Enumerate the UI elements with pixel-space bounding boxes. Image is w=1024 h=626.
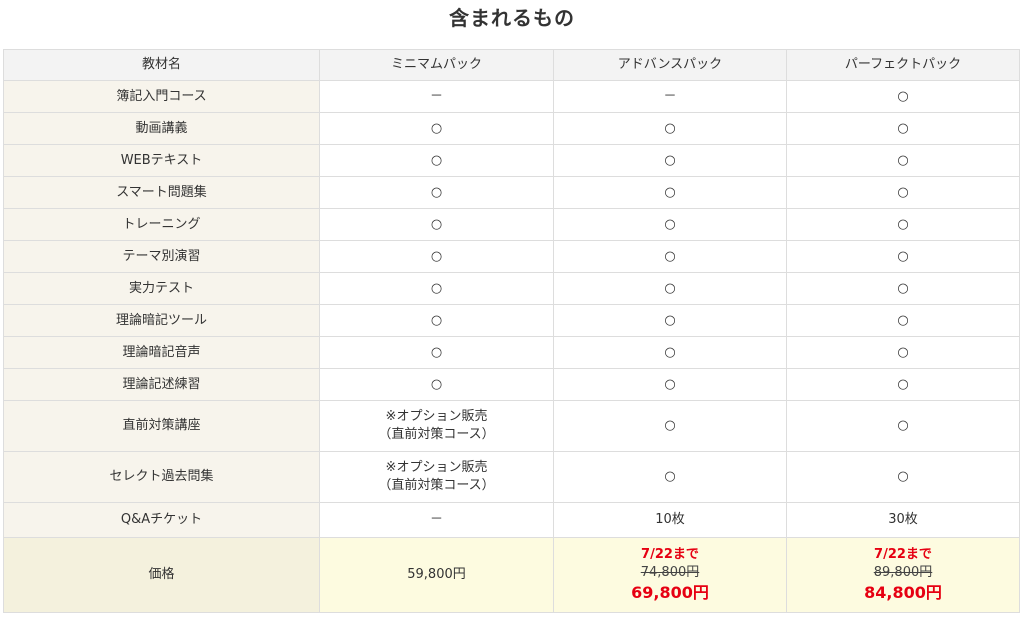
price-advance: 7/22まで 74,800円 69,800円 bbox=[553, 537, 787, 613]
cell-minimum: ○ bbox=[319, 176, 554, 209]
cell-advance: ○ bbox=[553, 144, 787, 177]
cell-advance: － bbox=[553, 80, 787, 113]
cell-advance: ○ bbox=[553, 400, 787, 452]
cell-advance: ○ bbox=[553, 176, 787, 209]
row-label: WEBテキスト bbox=[3, 144, 320, 177]
header-advance-pack: アドバンスパック bbox=[553, 49, 787, 81]
price-row: 価格 59,800円 7/22まで 74,800円 69,800円 7/22まで… bbox=[3, 537, 1020, 613]
comparison-table: 教材名 ミニマムパック アドバンスパック パーフェクトパック 簿記入門コース －… bbox=[3, 49, 1020, 613]
row-label: セレクト過去問集 bbox=[3, 451, 320, 503]
cell-perfect: ○ bbox=[786, 451, 1020, 503]
cell-minimum: ○ bbox=[319, 272, 554, 305]
header-material-name: 教材名 bbox=[3, 49, 320, 81]
cell-minimum: ○ bbox=[319, 208, 554, 241]
cell-minimum: ※オプション販売 （直前対策コース） bbox=[319, 451, 554, 503]
cell-minimum: ○ bbox=[319, 368, 554, 401]
cell-perfect: ○ bbox=[786, 240, 1020, 273]
cell-minimum: ○ bbox=[319, 112, 554, 145]
cell-minimum: ○ bbox=[319, 304, 554, 337]
cell-perfect: ○ bbox=[786, 304, 1020, 337]
option-course-note: （直前対策コース） bbox=[378, 427, 495, 442]
sale-deadline: 7/22まで bbox=[874, 547, 932, 562]
cell-advance: ○ bbox=[553, 336, 787, 369]
option-note: ※オプション販売 bbox=[385, 409, 488, 424]
option-note: ※オプション販売 bbox=[385, 460, 488, 475]
price-label: 価格 bbox=[3, 537, 320, 613]
cell-minimum: ○ bbox=[319, 144, 554, 177]
cell-perfect: ○ bbox=[786, 208, 1020, 241]
original-price: 74,800円 bbox=[640, 565, 700, 580]
cell-advance: ○ bbox=[553, 208, 787, 241]
cell-advance: ○ bbox=[553, 368, 787, 401]
header-minimum-pack: ミニマムパック bbox=[319, 49, 554, 81]
cell-minimum: － bbox=[319, 80, 554, 113]
cell-perfect: 30枚 bbox=[786, 502, 1020, 538]
cell-minimum: ※オプション販売 （直前対策コース） bbox=[319, 400, 554, 452]
cell-perfect: ○ bbox=[786, 176, 1020, 209]
row-label: 理論暗記ツール bbox=[3, 304, 320, 337]
table-row: 理論暗記ツール ○ ○ ○ bbox=[3, 304, 1020, 337]
cell-minimum: ○ bbox=[319, 336, 554, 369]
row-label: 実力テスト bbox=[3, 272, 320, 305]
cell-perfect: ○ bbox=[786, 368, 1020, 401]
table-row: 実力テスト ○ ○ ○ bbox=[3, 272, 1020, 305]
cell-advance: ○ bbox=[553, 304, 787, 337]
cell-advance: ○ bbox=[553, 240, 787, 273]
row-label: Q&Aチケット bbox=[3, 502, 320, 538]
table-row: 簿記入門コース － － ○ bbox=[3, 80, 1020, 113]
header-perfect-pack: パーフェクトパック bbox=[786, 49, 1020, 81]
cell-advance: ○ bbox=[553, 451, 787, 503]
cell-perfect: ○ bbox=[786, 400, 1020, 452]
row-label: スマート問題集 bbox=[3, 176, 320, 209]
option-course-note: （直前対策コース） bbox=[378, 478, 495, 493]
row-label: 動画講義 bbox=[3, 112, 320, 145]
table-row: セレクト過去問集 ※オプション販売 （直前対策コース） ○ ○ bbox=[3, 451, 1020, 503]
sale-deadline: 7/22まで bbox=[641, 547, 699, 562]
row-label: トレーニング bbox=[3, 208, 320, 241]
sale-price: 84,800円 bbox=[864, 583, 942, 602]
row-label: 簿記入門コース bbox=[3, 80, 320, 113]
table-row: WEBテキスト ○ ○ ○ bbox=[3, 144, 1020, 177]
table-row: 直前対策講座 ※オプション販売 （直前対策コース） ○ ○ bbox=[3, 400, 1020, 452]
cell-perfect: ○ bbox=[786, 336, 1020, 369]
table-header-row: 教材名 ミニマムパック アドバンスパック パーフェクトパック bbox=[3, 49, 1020, 81]
row-label: テーマ別演習 bbox=[3, 240, 320, 273]
cell-perfect: ○ bbox=[786, 144, 1020, 177]
cell-perfect: ○ bbox=[786, 272, 1020, 305]
sale-price: 69,800円 bbox=[631, 583, 709, 602]
price-perfect: 7/22まで 89,800円 84,800円 bbox=[786, 537, 1020, 613]
cell-advance: ○ bbox=[553, 272, 787, 305]
table-row: スマート問題集 ○ ○ ○ bbox=[3, 176, 1020, 209]
cell-minimum: ○ bbox=[319, 240, 554, 273]
cell-perfect: ○ bbox=[786, 80, 1020, 113]
original-price: 89,800円 bbox=[873, 565, 933, 580]
table-row: 理論暗記音声 ○ ○ ○ bbox=[3, 336, 1020, 369]
table-row: 動画講義 ○ ○ ○ bbox=[3, 112, 1020, 145]
cell-perfect: ○ bbox=[786, 112, 1020, 145]
table-row: トレーニング ○ ○ ○ bbox=[3, 208, 1020, 241]
cell-minimum: － bbox=[319, 502, 554, 538]
cell-advance: 10枚 bbox=[553, 502, 787, 538]
table-row: 理論記述練習 ○ ○ ○ bbox=[3, 368, 1020, 401]
cell-advance: ○ bbox=[553, 112, 787, 145]
price-minimum: 59,800円 bbox=[319, 537, 554, 613]
row-label: 直前対策講座 bbox=[3, 400, 320, 452]
table-row: Q&Aチケット － 10枚 30枚 bbox=[3, 502, 1020, 538]
row-label: 理論記述練習 bbox=[3, 368, 320, 401]
section-heading: 含まれるもの bbox=[449, 6, 575, 30]
row-label: 理論暗記音声 bbox=[3, 336, 320, 369]
table-row: テーマ別演習 ○ ○ ○ bbox=[3, 240, 1020, 273]
